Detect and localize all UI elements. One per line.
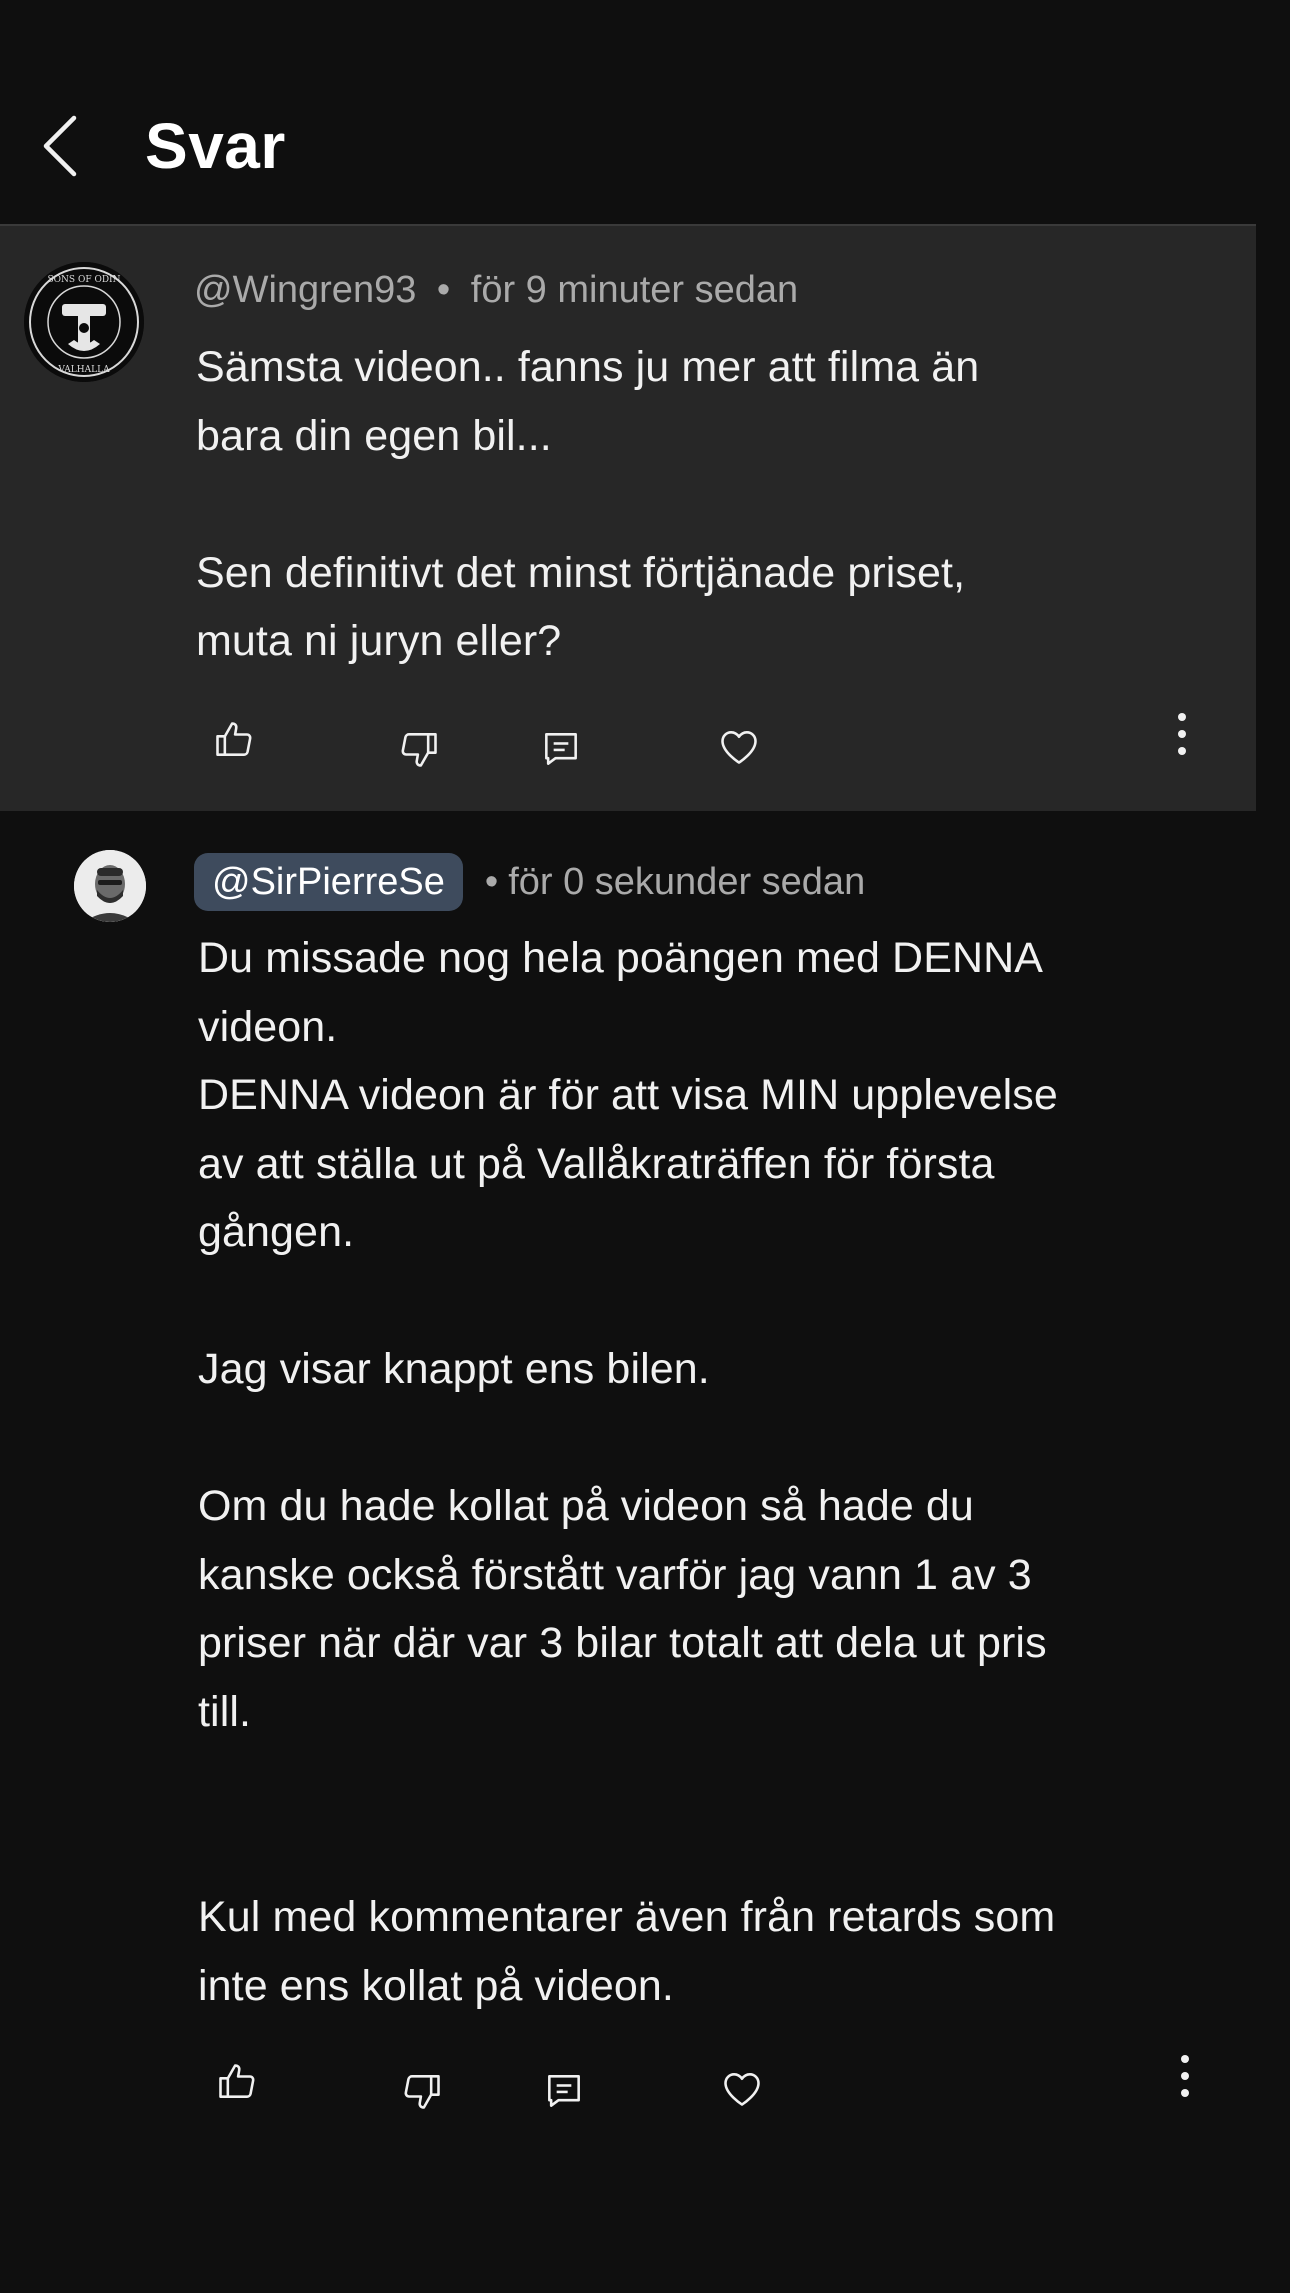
avatar[interactable]: SONS OF ODIN VALHALLA bbox=[24, 262, 144, 382]
scrollbar[interactable] bbox=[1266, 226, 1290, 1126]
svg-text:SONS OF ODIN: SONS OF ODIN bbox=[48, 275, 121, 285]
reply-author-chip[interactable]: @SirPierreSe bbox=[194, 853, 463, 911]
svg-text:VALHALLA: VALHALLA bbox=[57, 365, 110, 375]
avatar-person-icon bbox=[74, 850, 146, 922]
header: Svar bbox=[0, 0, 1290, 225]
chevron-left-icon bbox=[43, 115, 77, 177]
reply-text: Du missade nog hela poängen med DENNA vi… bbox=[198, 934, 1058, 2010]
comment-author[interactable]: @Wingren93 bbox=[194, 269, 416, 311]
thumb-up-icon bbox=[219, 2064, 255, 2098]
like-button[interactable] bbox=[206, 712, 262, 768]
more-options-button[interactable] bbox=[1162, 704, 1202, 764]
heart-button[interactable] bbox=[711, 719, 767, 775]
more-options-button[interactable] bbox=[1165, 2046, 1205, 2106]
more-vertical-icon bbox=[1181, 2055, 1189, 2097]
more-vertical-icon bbox=[1178, 713, 1186, 755]
page: Svar SONS OF ODIN VALHALLA @Wingren93 • … bbox=[0, 0, 1290, 2293]
dislike-button[interactable] bbox=[394, 2063, 450, 2119]
meta-separator: • bbox=[484, 861, 499, 903]
like-button[interactable] bbox=[209, 2054, 265, 2110]
avatar-emblem-icon: SONS OF ODIN VALHALLA bbox=[24, 262, 144, 382]
page-title: Svar bbox=[145, 110, 286, 182]
reply-meta: @SirPierreSe • för 0 sekunder sedan bbox=[194, 853, 865, 911]
heart-button[interactable] bbox=[714, 2061, 770, 2117]
heart-icon bbox=[724, 2073, 760, 2106]
meta-separator: • bbox=[436, 269, 451, 311]
thumb-down-icon bbox=[401, 733, 437, 767]
reply-timestamp: för 0 sekunder sedan bbox=[508, 861, 866, 903]
reply-button[interactable] bbox=[533, 721, 589, 777]
reply-button[interactable] bbox=[536, 2063, 592, 2119]
heart-icon bbox=[721, 731, 757, 764]
reply-icon bbox=[548, 2075, 580, 2107]
comment-text: Sämsta videon.. fanns ju mer att filma ä… bbox=[196, 343, 980, 665]
thumb-down-icon bbox=[404, 2075, 440, 2109]
comment-meta: @Wingren93 • för 9 minuter sedan bbox=[194, 266, 798, 314]
avatar[interactable] bbox=[74, 850, 146, 922]
comment-timestamp: för 9 minuter sedan bbox=[470, 269, 799, 311]
thumb-up-icon bbox=[216, 722, 252, 756]
dislike-button[interactable] bbox=[391, 721, 447, 777]
reply-icon bbox=[545, 733, 577, 765]
back-button[interactable] bbox=[30, 108, 90, 184]
